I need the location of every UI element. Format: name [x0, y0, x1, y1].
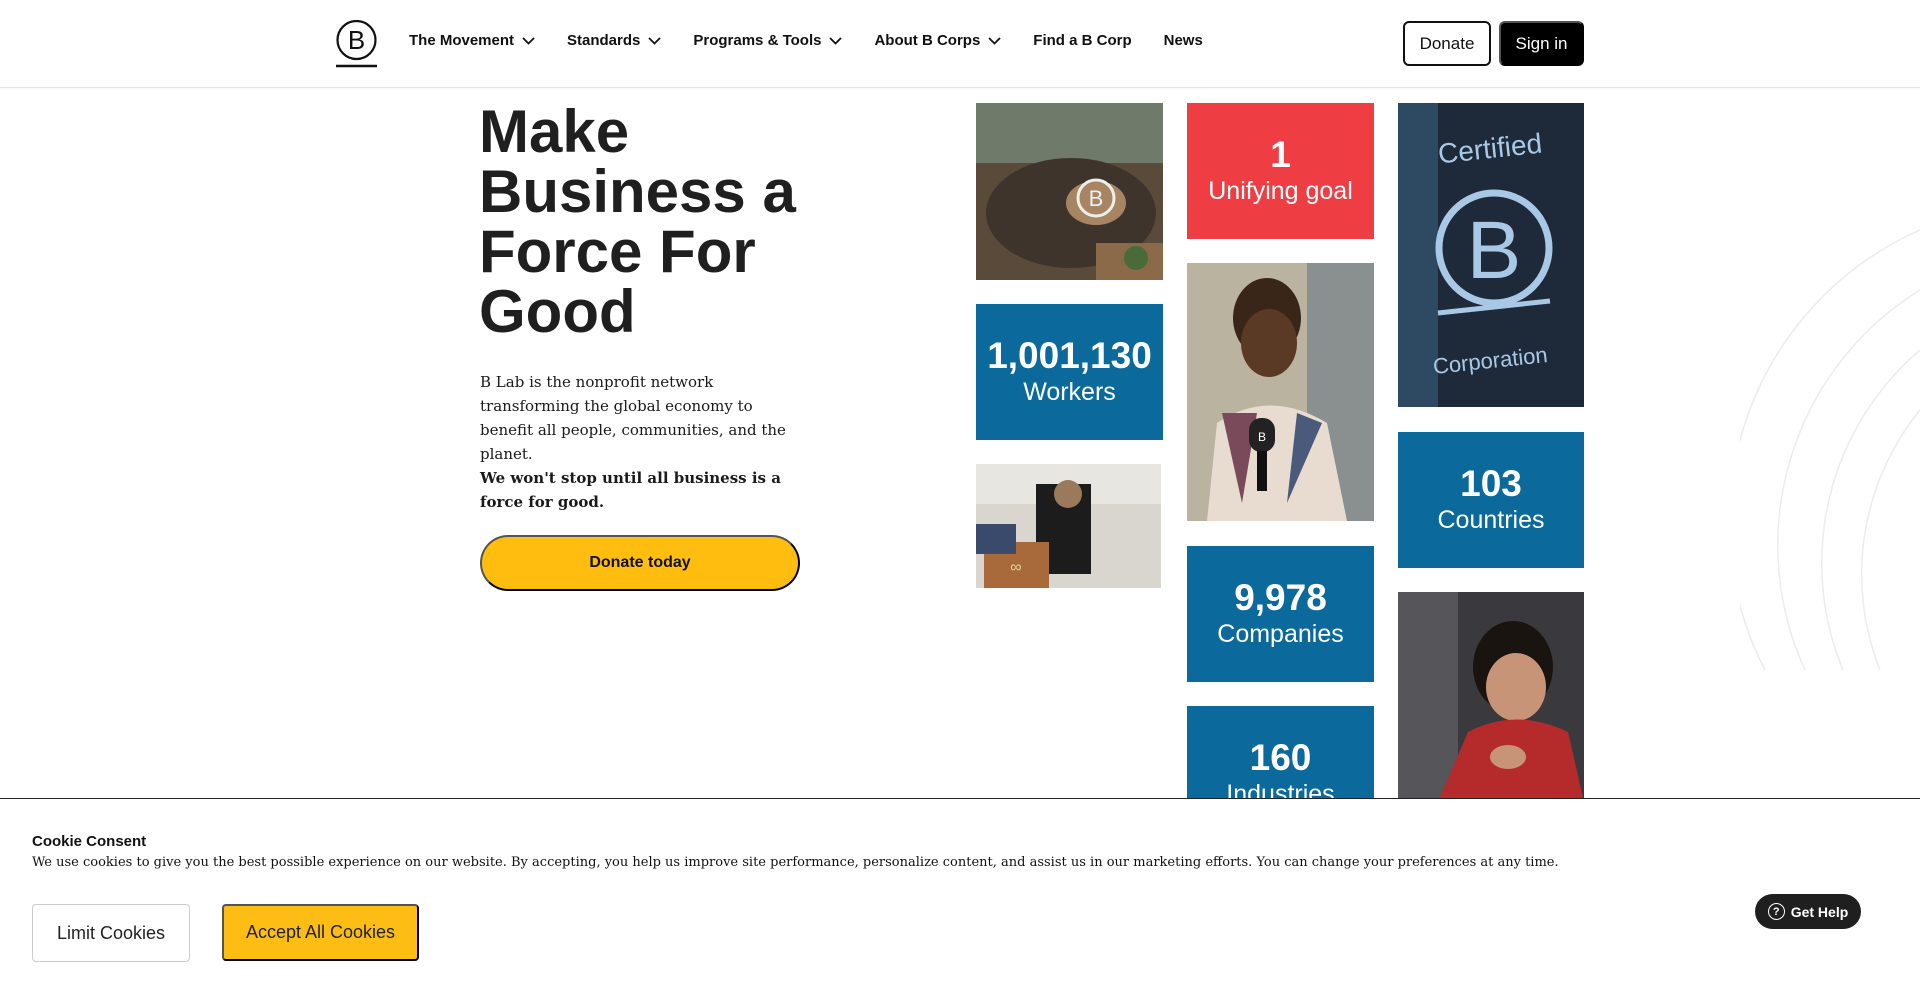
svg-text:B: B — [348, 25, 365, 55]
question-mark-icon: ? — [1767, 903, 1785, 920]
get-help-label: Get Help — [1790, 903, 1849, 920]
hero-title: Make Business a Force For Good — [479, 102, 839, 342]
industries-count: 160 — [1249, 737, 1312, 778]
hero-description: B Lab is the nonprofit network transform… — [480, 373, 786, 463]
site-header: B The Movement Standards Programs & Tool… — [0, 0, 1920, 88]
accept-all-cookies-button[interactable]: Accept All Cookies — [222, 904, 419, 961]
b-corp-logo-icon[interactable]: B — [335, 20, 378, 68]
nav-news[interactable]: News — [1164, 32, 1203, 49]
countries-label: Countries — [1437, 506, 1545, 534]
nav-about-b-corps[interactable]: About B Corps — [874, 32, 1001, 49]
nav-label: Standards — [567, 32, 641, 49]
nav-label: The Movement — [409, 32, 515, 49]
hero-mission-statement: We won't stop until all business is a fo… — [480, 469, 781, 511]
chevron-down-icon — [522, 36, 535, 45]
laughing-woman-image — [1398, 592, 1584, 802]
laughing-woman-photo — [1398, 592, 1584, 802]
woman-microphone-photo: B — [1187, 263, 1374, 521]
donate-button[interactable]: Donate — [1403, 21, 1491, 66]
donate-today-button[interactable]: Donate today — [480, 535, 800, 591]
companies-stat-card: 9,978 Companies — [1187, 546, 1374, 682]
companies-label: Companies — [1217, 620, 1344, 648]
workers-label: Workers — [1023, 378, 1116, 406]
nav-programs-tools[interactable]: Programs & Tools — [693, 32, 843, 49]
nav-label: News — [1163, 32, 1203, 49]
packing-image: ∞ — [976, 464, 1161, 588]
svg-text:∞: ∞ — [1010, 559, 1021, 576]
workers-stat-card: 1,001,130 Workers — [976, 304, 1163, 440]
goal-label: Unifying goal — [1208, 177, 1353, 205]
nav-the-movement[interactable]: The Movement — [409, 32, 535, 49]
countries-count: 103 — [1460, 463, 1522, 504]
hero-title-line: Business a — [479, 158, 796, 225]
sign-in-button[interactable]: Sign in — [1499, 21, 1584, 66]
hero-title-line: Force For — [479, 218, 756, 285]
hero-title-line: Make — [479, 98, 630, 165]
goal-count: 1 — [1270, 134, 1291, 175]
nav-standards[interactable]: Standards — [567, 32, 662, 49]
countries-stat-card: 103 Countries — [1398, 432, 1584, 568]
limit-cookies-button[interactable]: Limit Cookies — [32, 904, 190, 962]
get-help-button[interactable]: ? Get Help — [1755, 894, 1861, 929]
main-nav: The Movement Standards Programs & Tools … — [409, 32, 1235, 49]
packing-photo: ∞ — [976, 464, 1161, 588]
decorative-arcs — [1740, 229, 1920, 671]
cookie-consent-banner: Cookie Consent We use cookies to give yo… — [0, 798, 1920, 993]
crowd-photo: B — [976, 103, 1163, 280]
svg-text:B: B — [1467, 205, 1522, 296]
nav-label: About B Corps — [874, 32, 981, 49]
hero-title-line: Good — [479, 278, 636, 345]
chevron-down-icon — [988, 36, 1001, 45]
nav-find-a-b-corp[interactable]: Find a B Corp — [1033, 32, 1131, 49]
workers-count: 1,001,130 — [987, 335, 1152, 376]
svg-text:B: B — [1089, 186, 1104, 211]
cookie-title: Cookie Consent — [32, 833, 147, 850]
chevron-down-icon — [648, 36, 662, 45]
certified-b-sign-image: Certified B Corporation — [1398, 103, 1584, 407]
certified-b-corporation-photo: Certified B Corporation — [1398, 103, 1584, 407]
crowd-image: B — [976, 103, 1163, 280]
nav-label: Find a B Corp — [1033, 32, 1132, 49]
cookie-description: We use cookies to give you the best poss… — [32, 855, 1559, 870]
nav-label: Programs & Tools — [693, 32, 822, 49]
woman-microphone-image: B — [1187, 263, 1374, 521]
unifying-goal-stat-card: 1 Unifying goal — [1187, 103, 1374, 239]
chevron-down-icon — [829, 36, 843, 45]
svg-text:B: B — [1258, 430, 1266, 444]
companies-count: 9,978 — [1234, 577, 1327, 618]
